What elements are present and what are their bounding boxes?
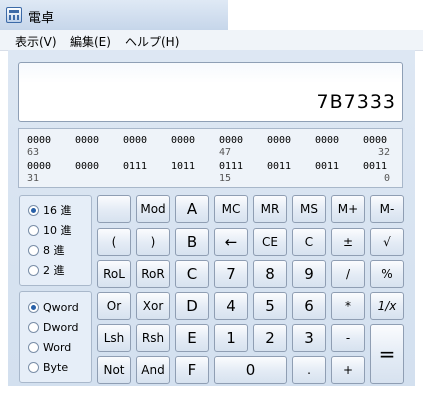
digit-6-button[interactable]: 6 (292, 292, 326, 320)
radio-indicator (28, 322, 39, 333)
radio-label: Qword (43, 301, 79, 314)
rotate-left-button[interactable]: RoL (97, 260, 131, 288)
radio-indicator (28, 362, 39, 373)
bit-index-label: 0 (383, 173, 390, 184)
bit-group[interactable]: 0000 (27, 161, 51, 172)
memory-add-button[interactable]: M+ (331, 195, 365, 223)
bit-group[interactable]: 0000 (123, 135, 147, 146)
rotate-right-button[interactable]: RoR (136, 260, 170, 288)
radio-label: Dword (43, 321, 79, 334)
bit-group[interactable]: 0011 (363, 161, 387, 172)
equals-button[interactable]: = (370, 324, 404, 384)
open-paren-button[interactable]: ( (97, 228, 131, 256)
digit-5-button[interactable]: 5 (253, 292, 287, 320)
bit-index-label: 15 (219, 173, 232, 184)
digit-9-button[interactable]: 9 (292, 260, 326, 288)
radio-indicator (28, 302, 39, 313)
or-button[interactable]: Or (97, 292, 131, 320)
bit-index-label: 31 (27, 173, 40, 184)
bit-group[interactable]: 0000 (171, 135, 195, 146)
memory-recall-button[interactable]: MR (253, 195, 287, 223)
radio-label: Word (43, 341, 72, 354)
base-radio-group: 16 進 10 進 8 進 2 進 (19, 195, 92, 286)
radio-indicator (28, 205, 39, 216)
bit-group[interactable]: 0111 (123, 161, 147, 172)
bit-group[interactable]: 0000 (75, 161, 99, 172)
hex-a-button[interactable]: A (175, 195, 209, 223)
radio-indicator (28, 245, 39, 256)
blank-button (97, 195, 131, 223)
divide-button[interactable]: / (331, 260, 365, 288)
hex-b-button[interactable]: B (175, 228, 209, 256)
digit-2-button[interactable]: 2 (253, 324, 287, 352)
bit-group[interactable]: 0000 (363, 135, 387, 146)
bit-index-label: 63 (27, 147, 40, 158)
add-button[interactable]: + (331, 356, 365, 384)
word-size-radio-group: Qword Dword Word Byte (19, 291, 92, 383)
digit-4-button[interactable]: 4 (214, 292, 248, 320)
multiply-button[interactable]: * (331, 292, 365, 320)
mod-button[interactable]: Mod (136, 195, 170, 223)
clear-button[interactable]: C (292, 228, 326, 256)
display-value: 7B7333 (316, 91, 396, 113)
bit-group[interactable]: 0000 (267, 135, 291, 146)
digit-7-button[interactable]: 7 (214, 260, 248, 288)
hex-c-button[interactable]: C (175, 260, 209, 288)
and-button[interactable]: And (136, 356, 170, 384)
hex-f-button[interactable]: F (175, 356, 209, 384)
radio-label: 8 進 (43, 244, 65, 257)
not-button[interactable]: Not (97, 356, 131, 384)
result-display: 7B7333 (18, 62, 403, 122)
bit-group[interactable]: 0011 (315, 161, 339, 172)
bit-group[interactable]: 1011 (171, 161, 195, 172)
radio-indicator (28, 225, 39, 236)
percent-button[interactable]: % (370, 260, 404, 288)
window-title: 電卓 (28, 11, 55, 26)
bit-group[interactable]: 0000 (75, 135, 99, 146)
radio-label: 2 進 (43, 264, 65, 277)
hex-d-button[interactable]: D (175, 292, 209, 320)
digit-3-button[interactable]: 3 (292, 324, 326, 352)
memory-subtract-button[interactable]: M- (370, 195, 404, 223)
bit-group[interactable]: 0011 (267, 161, 291, 172)
clear-entry-button[interactable]: CE (253, 228, 287, 256)
menu-view[interactable]: 表示(V) (15, 33, 57, 50)
bit-group[interactable]: 0111 (219, 161, 243, 172)
backspace-button[interactable]: ← (214, 228, 248, 256)
bit-index-label: 32 (377, 147, 390, 158)
bit-group[interactable]: 0000 (27, 135, 51, 146)
hex-e-button[interactable]: E (175, 324, 209, 352)
digit-0-button[interactable]: 0 (214, 356, 287, 384)
left-shift-button[interactable]: Lsh (97, 324, 131, 352)
xor-button[interactable]: Xor (136, 292, 170, 320)
radio-indicator (28, 265, 39, 276)
bit-group[interactable]: 0000 (315, 135, 339, 146)
decimal-point-button[interactable]: . (292, 356, 326, 384)
digit-1-button[interactable]: 1 (214, 324, 248, 352)
right-shift-button[interactable]: Rsh (136, 324, 170, 352)
menu-bar: 表示(V) 編集(E) ヘルプ(H) (0, 30, 423, 51)
negate-button[interactable]: ± (331, 228, 365, 256)
square-root-button[interactable]: √ (370, 228, 404, 256)
bit-index-label: 47 (219, 147, 232, 158)
radio-indicator (28, 342, 39, 353)
bit-group[interactable]: 0000 (219, 135, 243, 146)
menu-edit[interactable]: 編集(E) (70, 33, 111, 50)
radio-label: 10 進 (43, 224, 72, 237)
reciprocal-button[interactable]: 1/x (370, 292, 404, 320)
digit-8-button[interactable]: 8 (253, 260, 287, 288)
menu-help[interactable]: ヘルプ(H) (125, 33, 179, 50)
close-paren-button[interactable]: ) (136, 228, 170, 256)
calculator-icon (6, 7, 22, 23)
bit-display: 0000 0000 0000 0000 0000 0000 0000 0000 … (18, 128, 403, 188)
radio-label: Byte (43, 361, 69, 374)
subtract-button[interactable]: - (331, 324, 365, 352)
title-bar: 電卓 (0, 0, 423, 30)
radio-label: 16 進 (43, 204, 72, 217)
memory-clear-button[interactable]: MC (214, 195, 248, 223)
memory-store-button[interactable]: MS (292, 195, 326, 223)
